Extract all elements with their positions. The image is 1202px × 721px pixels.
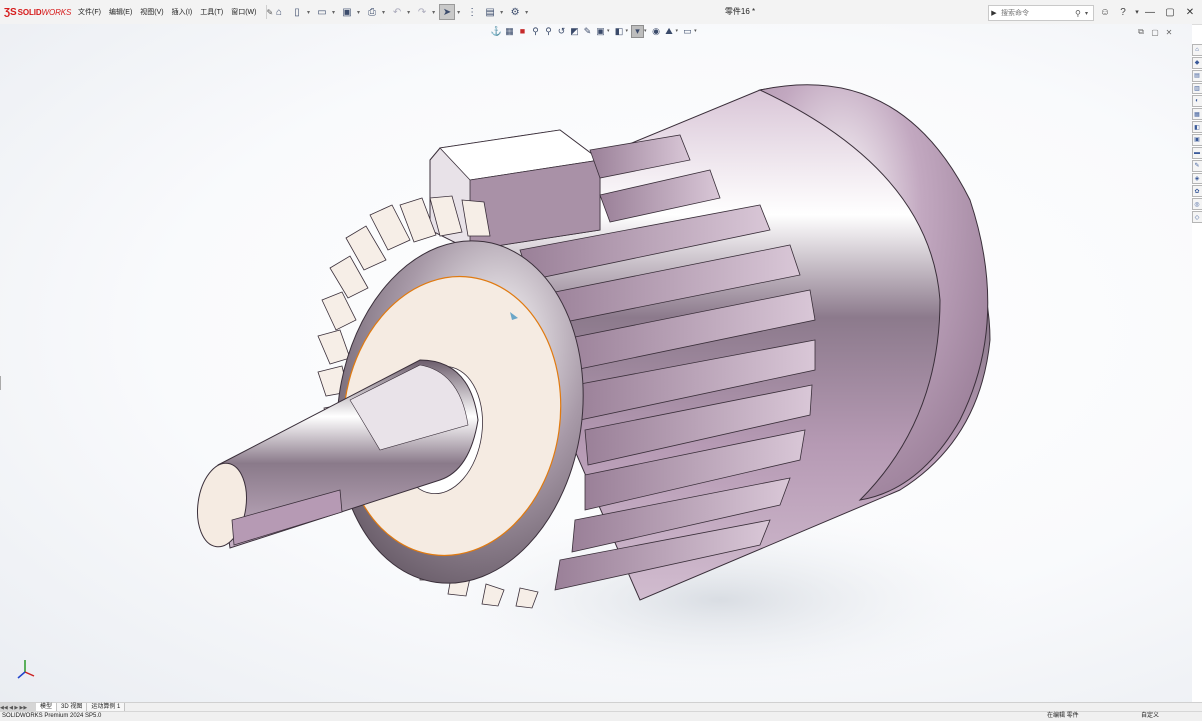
traffic-light-icon[interactable]: ⋮ [464,4,480,20]
edit-appearance-icon[interactable]: ◉ [650,25,663,38]
toolbar-separator [266,5,267,19]
properties-dropdown-icon[interactable]: ▾ [500,9,503,16]
help-icons: ☺ ? ▾ [1097,3,1143,21]
view-orientation-cube-icon[interactable]: ▣ [594,25,607,38]
open-icon[interactable]: ▭ [314,4,330,20]
select-dropdown-icon[interactable]: ▾ [457,9,460,16]
menu-file[interactable]: 文件(F) [78,7,101,17]
task-pane-appearances-icon[interactable]: ◐ [1192,95,1202,107]
menu-insert[interactable]: 插入(I) [172,7,193,17]
command-search-icon: ▶ [989,9,999,17]
save-icon[interactable]: ▣ [339,4,355,20]
menu-window[interactable]: 窗口(W) [231,7,256,17]
task-pane-file-icon[interactable]: ▬ [1192,147,1202,159]
task-pane-custom-props-icon[interactable]: ✎ [1192,160,1202,172]
print-dropdown-icon[interactable]: ▾ [382,9,385,16]
task-pane-library-icon[interactable]: ▤ [1192,70,1202,82]
viewport-close-icon[interactable]: ✕ [1162,28,1176,37]
viewport-maximize-icon[interactable]: ▢ [1148,28,1162,37]
search-icon[interactable]: ⚲ [1075,9,1085,18]
maximize-icon[interactable]: ▢ [1160,3,1180,21]
apply-scene-icon[interactable]: ⛰ [663,25,676,38]
redo-dropdown-icon[interactable]: ▾ [432,9,435,16]
search-dropdown-icon[interactable]: ▾ [1085,10,1088,17]
graphics-area[interactable] [0,24,1192,702]
menu-view[interactable]: 视图(V) [140,7,163,17]
options-dropdown-icon[interactable]: ▾ [525,9,528,16]
quick-access-toolbar: ⌂ ▯ ▾ ▭ ▾ ▣ ▾ ⎙ ▾ ↶ ▾ ↷ ▾ ➤ ▾ ⋮ ▤ ▾ ⚙ ▾ [262,2,532,22]
motor-model[interactable] [0,24,1192,702]
task-pane-tabs: ⌂ ◆ ▤ ▥ ◐ ▦ ◧ ▣ ▬ ✎ ◈ ✿ ◎ ◇ [1192,44,1202,224]
view-settings-dropdown-icon[interactable]: ▾ [694,28,697,34]
hide-show-icon[interactable]: ▾ [631,25,644,38]
task-pane-explorer-icon[interactable]: ▥ [1192,83,1202,95]
select-icon[interactable]: ➤ [439,4,455,20]
dynamic-annotation-icon[interactable]: ✎ [581,25,594,38]
task-pane-extra-icon[interactable]: ◇ [1192,211,1202,223]
view-orientation-dropdown-icon[interactable]: ▾ [607,28,610,34]
view-settings-icon[interactable]: ▭ [681,25,694,38]
brand-works-text: WORKS [42,8,72,17]
menu-edit[interactable]: 编辑(E) [109,7,132,17]
new-icon[interactable]: ▯ [289,4,305,20]
task-pane-view-palette-icon[interactable]: ▣ [1192,134,1202,146]
file-properties-icon[interactable]: ▤ [482,4,498,20]
user-icon[interactable]: ☺ [1097,4,1113,20]
redo-icon[interactable]: ↷ [414,4,430,20]
brand-solid-text: SOLID [18,8,42,17]
viewport-restore-icon[interactable]: ⧉ [1134,27,1148,37]
solidworks-logo[interactable]: ƷS SOLIDWORKS [0,0,70,24]
open-dropdown-icon[interactable]: ▾ [332,9,335,16]
feature-tree-grip[interactable] [0,376,5,390]
print-icon[interactable]: ⎙ [364,4,380,20]
save-dropdown-icon[interactable]: ▾ [357,9,360,16]
minimize-icon[interactable]: — [1140,3,1160,21]
zoom-to-fit-icon[interactable]: ⚲ [529,25,542,38]
section-icon[interactable]: ▦ [503,25,516,38]
previous-view-icon[interactable]: ↺ [555,25,568,38]
task-pane-3dexperience-icon[interactable]: ◈ [1192,173,1202,185]
undo-icon[interactable]: ↶ [389,4,405,20]
main-menu: 文件(F) 编辑(E) 视图(V) 插入(I) 工具(T) 窗口(W) ✎ [78,7,273,17]
display-style-dropdown-icon[interactable]: ▾ [626,28,629,34]
hide-show-dropdown-icon[interactable]: ▾ [644,28,647,34]
home-icon[interactable]: ⌂ [271,4,287,20]
view-orientation-icon[interactable]: ⚓ [490,25,503,38]
document-title: 零件16 * [700,0,780,24]
reference-triad-icon [18,660,34,678]
window-controls: — ▢ ✕ [1140,3,1200,21]
task-pane-resources-icon[interactable]: ◆ [1192,57,1202,69]
options-icon[interactable]: ⚙ [507,4,523,20]
menu-tools[interactable]: 工具(T) [200,7,223,17]
task-pane-solidworks-icon[interactable]: ◎ [1192,198,1202,210]
viewport-controls: ⧉ ▢ ✕ [1134,26,1176,38]
heads-up-view-toolbar: ⚓ ▦ ■ ⚲ ⚲ ↺ ◩ ✎ ▣ ▾ ◧ ▾ ▾ ▾ ◉ ⛰ ▾ ▭ ▾ [490,24,700,38]
undo-dropdown-icon[interactable]: ▾ [407,9,410,16]
appearance-red-icon[interactable]: ■ [516,25,529,38]
close-icon[interactable]: ✕ [1180,3,1200,21]
section-view-icon[interactable]: ◩ [568,25,581,38]
display-style-icon[interactable]: ◧ [613,25,626,38]
search-input[interactable] [999,7,1075,19]
ds-logo-icon: ƷS [4,7,17,18]
help-icon[interactable]: ? [1115,4,1131,20]
task-pane-home-icon[interactable]: ⌂ [1192,44,1202,56]
title-bar: ƷS SOLIDWORKS 文件(F) 编辑(E) 视图(V) 插入(I) 工具… [0,0,1202,25]
apply-scene-dropdown-icon[interactable]: ▾ [676,28,679,34]
search-box[interactable]: ▶ ⚲ ▾ [988,5,1094,21]
task-pane-forum-icon[interactable]: ◧ [1192,121,1202,133]
new-dropdown-icon[interactable]: ▾ [307,9,310,16]
task-pane-plugin-icon[interactable]: ✿ [1192,185,1202,197]
task-pane-properties-icon[interactable]: ▦ [1192,108,1202,120]
zoom-area-icon[interactable]: ⚲ [542,25,555,38]
